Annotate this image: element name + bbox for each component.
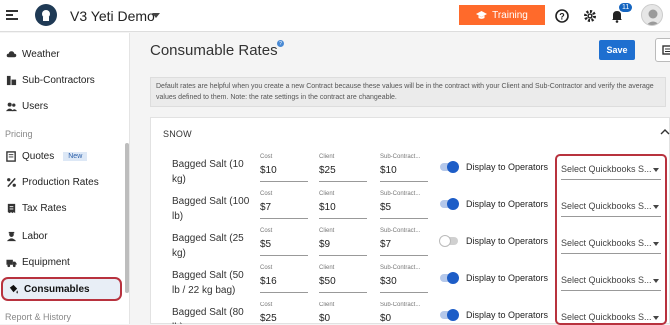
item-name: Bagged Salt (100 lb) — [172, 196, 250, 222]
sub-contractor-input[interactable]: $10 — [380, 165, 397, 176]
sidebar-item-label: Users — [22, 100, 49, 112]
sidebar-section-pricing: Pricing — [5, 129, 33, 139]
client-label: Client — [319, 228, 335, 234]
sub-contractor-input[interactable]: $7 — [380, 239, 391, 250]
sidebar-item-users[interactable]: Users — [6, 97, 48, 115]
help-circle-icon[interactable]: ? — [554, 8, 570, 24]
sidebar-item-weather[interactable]: Weather — [6, 45, 60, 63]
sub-contractor-label: Sub-Contract... — [380, 191, 421, 197]
sub-contractor-label: Sub-Contract... — [380, 302, 421, 308]
client-label: Client — [319, 154, 335, 160]
cost-input[interactable]: $7 — [260, 202, 271, 213]
display-toggle[interactable] — [440, 198, 459, 210]
sub-contractor-input[interactable]: $0 — [380, 313, 391, 324]
training-button[interactable]: Training — [459, 5, 545, 25]
sub-contractor-label: Sub-Contract... — [380, 228, 421, 234]
client-label: Client — [319, 265, 335, 271]
training-label: Training — [492, 9, 528, 21]
display-label: Display to Operators — [466, 273, 549, 283]
display-toggle[interactable] — [440, 309, 459, 321]
client-input[interactable]: $9 — [319, 239, 330, 250]
sidebar-item-label: Weather — [22, 48, 60, 60]
keyboard-icon[interactable] — [655, 38, 670, 62]
display-toggle[interactable] — [440, 272, 459, 284]
gear-icon[interactable] — [582, 8, 598, 24]
client-label: Client — [319, 302, 335, 308]
sidebar-item-label: Sub-Contractors — [22, 74, 95, 86]
yeti-logo — [35, 4, 57, 26]
sub-contractor-input[interactable]: $5 — [380, 202, 391, 213]
display-label: Display to Operators — [466, 162, 549, 172]
client-input[interactable]: $50 — [319, 276, 336, 287]
chevron-up-icon[interactable] — [660, 128, 670, 136]
save-button[interactable]: Save — [599, 40, 635, 60]
notification-badge: 11 — [619, 3, 633, 12]
menu-icon[interactable] — [6, 10, 18, 20]
help-icon[interactable]: ? — [277, 40, 284, 47]
display-toggle[interactable] — [439, 235, 458, 247]
item-name: Bagged Salt (80 lb) — [172, 307, 244, 324]
cost-input[interactable]: $10 — [260, 165, 277, 176]
item-name: Bagged Salt (50 lb / 22 kg bag) — [172, 270, 244, 296]
display-label: Display to Operators — [466, 199, 549, 209]
graduation-cap-icon — [476, 11, 488, 19]
sub-contractor-label: Sub-Contract... — [380, 154, 421, 160]
page-title: Consumable Rates — [150, 42, 278, 59]
cost-label: Cost — [260, 191, 273, 197]
client-label: Client — [319, 191, 335, 197]
item-name: Bagged Salt (25 kg) — [172, 233, 244, 259]
top-bar: V3 Yeti Demo Training ? 11 — [0, 0, 670, 32]
chevron-down-icon[interactable] — [152, 13, 160, 18]
sub-contractor-label: Sub-Contract... — [380, 265, 421, 271]
cost-input[interactable]: $5 — [260, 239, 271, 250]
cost-input[interactable]: $25 — [260, 313, 277, 324]
display-label: Display to Operators — [466, 310, 549, 320]
display-toggle[interactable] — [440, 161, 459, 173]
cost-label: Cost — [260, 228, 273, 234]
user-avatar[interactable] — [641, 4, 663, 26]
quickbooks-column-highlight — [555, 154, 667, 325]
info-box: Default rates are helpful when you creat… — [150, 77, 666, 107]
cost-label: Cost — [260, 302, 273, 308]
client-input[interactable]: $10 — [319, 202, 336, 213]
sub-contractor-input[interactable]: $30 — [380, 276, 397, 287]
cost-label: Cost — [260, 154, 273, 160]
client-input[interactable]: $25 — [319, 165, 336, 176]
cost-input[interactable]: $16 — [260, 276, 277, 287]
users-icon — [6, 102, 17, 111]
item-name: Bagged Salt (10 kg) — [172, 159, 244, 185]
client-input[interactable]: $0 — [319, 313, 330, 324]
contractor-icon — [6, 75, 17, 85]
cloud-icon — [6, 50, 17, 57]
cost-label: Cost — [260, 265, 273, 271]
sidebar-item-sub-contractors[interactable]: Sub-Contractors — [6, 71, 95, 89]
svg-text:?: ? — [559, 12, 565, 22]
section-title: SNOW — [163, 129, 192, 139]
app-title[interactable]: V3 Yeti Demo — [70, 8, 155, 24]
display-label: Display to Operators — [466, 236, 549, 246]
